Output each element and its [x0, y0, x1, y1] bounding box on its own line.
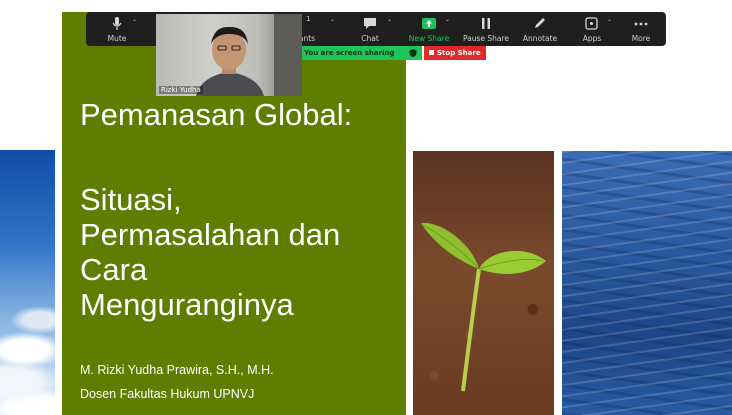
subtitle-line: Permasalahan dan [80, 217, 341, 252]
sky-clouds-image [0, 150, 55, 415]
mute-label: Mute [107, 34, 127, 43]
slide-author: M. Rizki Yudha Prawira, S.H., M.H. [80, 363, 274, 377]
slide-subtitle: Situasi, Permasalahan dan Cara Mengurang… [80, 182, 400, 322]
screen-sharing-banner: You are screen sharing [300, 46, 422, 60]
stop-share-button[interactable]: Stop Share [424, 46, 486, 60]
new-share-label: New Share [408, 34, 450, 43]
slide-affiliation: Dosen Fakultas Hukum UPNVJ [80, 387, 255, 401]
microphone-icon [112, 17, 122, 30]
slide-title: Pemanasan Global: [80, 97, 353, 132]
water-surface-image [562, 151, 732, 415]
participant-video-feed [196, 14, 302, 96]
chevron-down-icon[interactable]: ⌄ [607, 16, 612, 23]
chevron-down-icon[interactable]: ⌄ [330, 16, 335, 23]
more-label: More [631, 34, 651, 43]
annotate-button[interactable]: Annotate [513, 12, 567, 46]
participant-name-label: Rizki Yudha [159, 86, 203, 94]
shield-icon[interactable] [409, 49, 417, 57]
stop-share-label: Stop Share [437, 49, 481, 57]
subtitle-line: Menguranginya [80, 287, 294, 322]
participants-count: 1 [306, 15, 311, 23]
annotate-label: Annotate [522, 34, 558, 43]
pause-icon [482, 18, 490, 29]
sprout-soil-image [413, 151, 554, 415]
subtitle-line: Cara [80, 252, 148, 287]
more-button[interactable]: More [614, 12, 668, 46]
pencil-icon [535, 18, 545, 28]
participant-video-tile[interactable]: Rizki Yudha [156, 14, 302, 96]
apps-label: Apps [582, 34, 602, 43]
stop-square-icon [429, 50, 434, 55]
chat-label: Chat [361, 34, 379, 43]
apps-icon [585, 17, 598, 30]
sprout-icon [421, 222, 546, 392]
chevron-down-icon[interactable]: ⌄ [445, 16, 450, 23]
shared-screen: Pemanasan Global: Situasi, Permasalahan … [0, 0, 732, 415]
chevron-down-icon[interactable]: ⌄ [387, 16, 392, 23]
pause-share-button[interactable]: Pause Share [459, 12, 513, 46]
chat-bubble-icon [364, 18, 376, 29]
sharing-status-text: You are screen sharing [304, 49, 395, 57]
share-arrow-icon [422, 18, 436, 29]
pause-share-label: Pause Share [462, 34, 510, 43]
subtitle-line: Situasi, [80, 182, 182, 217]
ellipsis-icon [634, 22, 648, 26]
chevron-down-icon[interactable]: ⌄ [132, 16, 137, 23]
